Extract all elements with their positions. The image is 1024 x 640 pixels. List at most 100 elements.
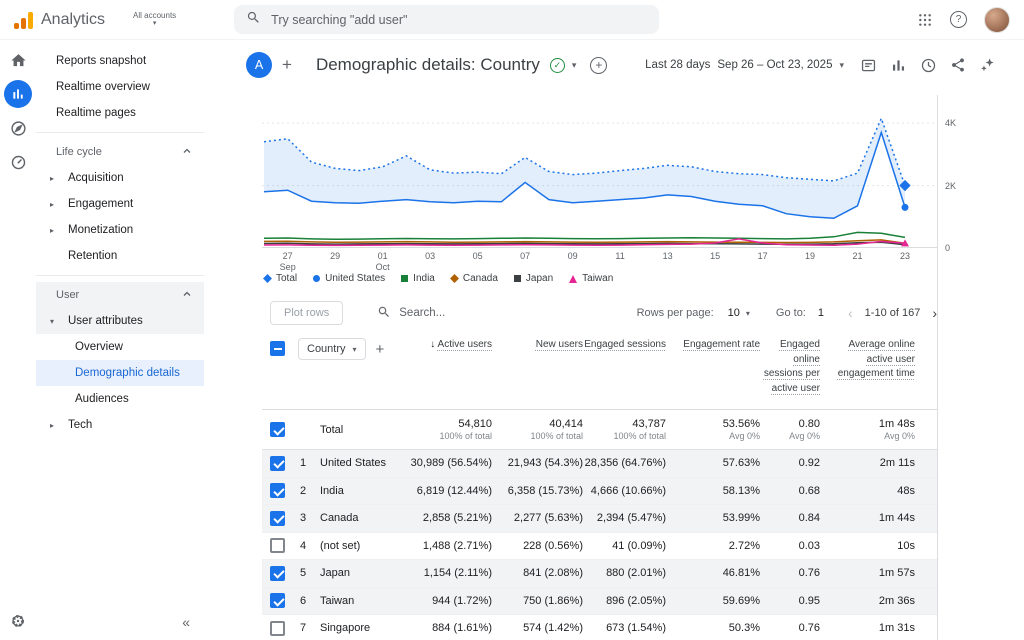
table-row[interactable]: 6Taiwan944 (1.72%)750 (1.86%)896 (2.05%)…	[262, 588, 937, 616]
legend-item[interactable]: India	[401, 273, 435, 284]
row-checkbox[interactable]	[270, 621, 285, 636]
go-to-page-input[interactable]: 1	[818, 307, 824, 319]
metric-cell: 2,394 (5.47%)	[583, 512, 666, 524]
column-header[interactable]: ↓ Active users	[398, 338, 492, 353]
nav-tech[interactable]: ▸Tech	[36, 412, 204, 438]
metric-cell: 4,666 (10.66%)	[583, 485, 666, 497]
chevron-down-icon: ▾	[133, 20, 176, 28]
home-icon[interactable]	[4, 46, 32, 74]
row-checkbox[interactable]	[270, 483, 285, 498]
date-range-preset: Last 28 days	[645, 59, 710, 71]
comparison-chip[interactable]: A	[246, 52, 272, 78]
legend-item[interactable]: Taiwan	[569, 273, 613, 284]
share-icon[interactable]	[950, 57, 966, 73]
add-comparison-button[interactable]: +	[282, 55, 292, 75]
row-checkbox[interactable]	[270, 538, 285, 553]
note-icon[interactable]	[860, 57, 877, 74]
nav-realtime-overview[interactable]: Realtime overview	[36, 74, 204, 100]
chevron-down-icon[interactable]: ▾	[572, 60, 577, 71]
nav-label: Reports snapshot	[56, 55, 146, 67]
nav-demographic-details[interactable]: Demographic details	[36, 360, 204, 386]
rows-per-page-select[interactable]: 10 ▾	[728, 307, 750, 319]
nav-overview[interactable]: Overview	[36, 334, 204, 360]
chevron-down-icon: ▾	[746, 309, 750, 318]
column-header[interactable]: New users	[492, 338, 583, 353]
search-icon	[377, 305, 391, 322]
legend-item[interactable]: Japan	[514, 273, 553, 284]
table-search[interactable]	[377, 305, 509, 322]
explore-icon[interactable]	[4, 114, 32, 142]
nav-monetization[interactable]: ▸Monetization	[36, 217, 204, 243]
date-range-picker[interactable]: Last 28 days Sep 26 – Oct 23, 2025 ▾	[645, 59, 844, 71]
legend-label: India	[413, 273, 435, 284]
add-report-button[interactable]: +	[590, 57, 607, 74]
table-row[interactable]: 4(not set)1,488 (2.71%)228 (0.56%)41 (0.…	[262, 533, 937, 561]
metric-cell: 57.63%	[666, 457, 760, 469]
advertising-icon[interactable]	[4, 148, 32, 176]
pagination-controls: Rows per page: 10 ▾ Go to: 1 ‹ 1-10 of 1…	[637, 305, 937, 321]
column-header[interactable]: Average online active user engagement ti…	[820, 338, 915, 382]
date-range-value: Sep 26 – Oct 23, 2025	[717, 59, 832, 71]
prev-page-button[interactable]: ‹	[848, 305, 853, 321]
table-row[interactable]: 5Japan1,154 (2.11%)841 (2.08%)880 (2.01%…	[262, 560, 937, 588]
left-rail	[0, 40, 36, 640]
dimension-selector[interactable]: Country▾	[298, 338, 366, 360]
legend-marker	[450, 274, 459, 283]
metric-cell: 1,488 (2.71%)	[398, 540, 492, 552]
select-all-checkbox[interactable]	[270, 341, 285, 356]
column-header[interactable]: Engaged sessions	[583, 338, 666, 353]
metric-cell: 46.81%	[666, 567, 760, 579]
apps-grid-icon[interactable]	[917, 12, 933, 28]
metric-cell: 1m 31s	[820, 622, 915, 634]
metric-cell: 0.95	[760, 595, 820, 607]
legend-item[interactable]: Total	[264, 273, 297, 284]
metric-cell: 1m 44s	[820, 512, 915, 524]
nav-section-lifecycle[interactable]: Life cycle	[36, 139, 204, 165]
nav-reports-snapshot[interactable]: Reports snapshot	[36, 48, 204, 74]
help-icon[interactable]: ?	[950, 11, 967, 28]
global-search-input[interactable]	[271, 13, 611, 27]
plot-rows-button[interactable]: Plot rows	[270, 301, 343, 325]
metric-cell: 2,858 (5.21%)	[398, 512, 492, 524]
global-search[interactable]	[234, 5, 659, 34]
legend-item[interactable]: United States	[313, 273, 385, 284]
legend-marker	[514, 275, 521, 282]
nav-realtime-pages[interactable]: Realtime pages	[36, 100, 204, 126]
metric-cell: 0.84	[760, 512, 820, 524]
row-checkbox[interactable]	[270, 511, 285, 526]
nav-engagement[interactable]: ▸Engagement	[36, 191, 204, 217]
nav-user-attributes[interactable]: ▾User attributes	[36, 308, 204, 334]
table-header-row: Country▾ +↓ Active usersNew usersEngaged…	[262, 332, 937, 410]
row-checkbox[interactable]	[270, 566, 285, 581]
insights-icon[interactable]	[979, 57, 996, 74]
row-number: 3	[298, 512, 320, 524]
legend-label: Total	[276, 273, 297, 284]
table-row[interactable]: 7Singapore884 (1.61%)574 (1.42%)673 (1.5…	[262, 615, 937, 640]
clock-icon[interactable]	[920, 57, 937, 74]
legend-item[interactable]: Canada	[451, 273, 498, 284]
column-header[interactable]: Engaged online sessions per active user	[760, 338, 820, 396]
account-switcher[interactable]: All accounts ▾	[133, 11, 176, 28]
table-search-input[interactable]	[399, 307, 509, 319]
chart-x-axis: 27Sep2901Oct0305070911131517192123	[262, 251, 937, 273]
table-row[interactable]: 3Canada2,858 (5.21%)2,277 (5.63%)2,394 (…	[262, 505, 937, 533]
collapse-sidebar-button[interactable]: «	[182, 614, 190, 630]
country-cell: Canada	[320, 512, 398, 524]
compare-icon[interactable]	[890, 57, 907, 74]
table-row[interactable]: 2India6,819 (12.44%)6,358 (15.73%)4,666 …	[262, 478, 937, 506]
nav-audiences[interactable]: Audiences	[36, 386, 204, 412]
country-cell: (not set)	[320, 540, 398, 552]
settings-gear-icon[interactable]	[0, 612, 36, 630]
total-row-checkbox[interactable]	[270, 422, 285, 437]
reports-icon[interactable]	[4, 80, 32, 108]
nav-acquisition[interactable]: ▸Acquisition	[36, 165, 204, 191]
row-checkbox[interactable]	[270, 593, 285, 608]
column-header[interactable]: Engagement rate	[666, 338, 760, 353]
nav-section-user[interactable]: User	[36, 282, 204, 308]
nav-retention[interactable]: Retention	[36, 243, 204, 269]
avatar[interactable]	[984, 7, 1010, 33]
add-dimension-button[interactable]: +	[376, 341, 385, 358]
table-row[interactable]: 1United States30,989 (56.54%)21,943 (54.…	[262, 450, 937, 478]
row-checkbox[interactable]	[270, 456, 285, 471]
metric-cell: 50.3%	[666, 622, 760, 634]
